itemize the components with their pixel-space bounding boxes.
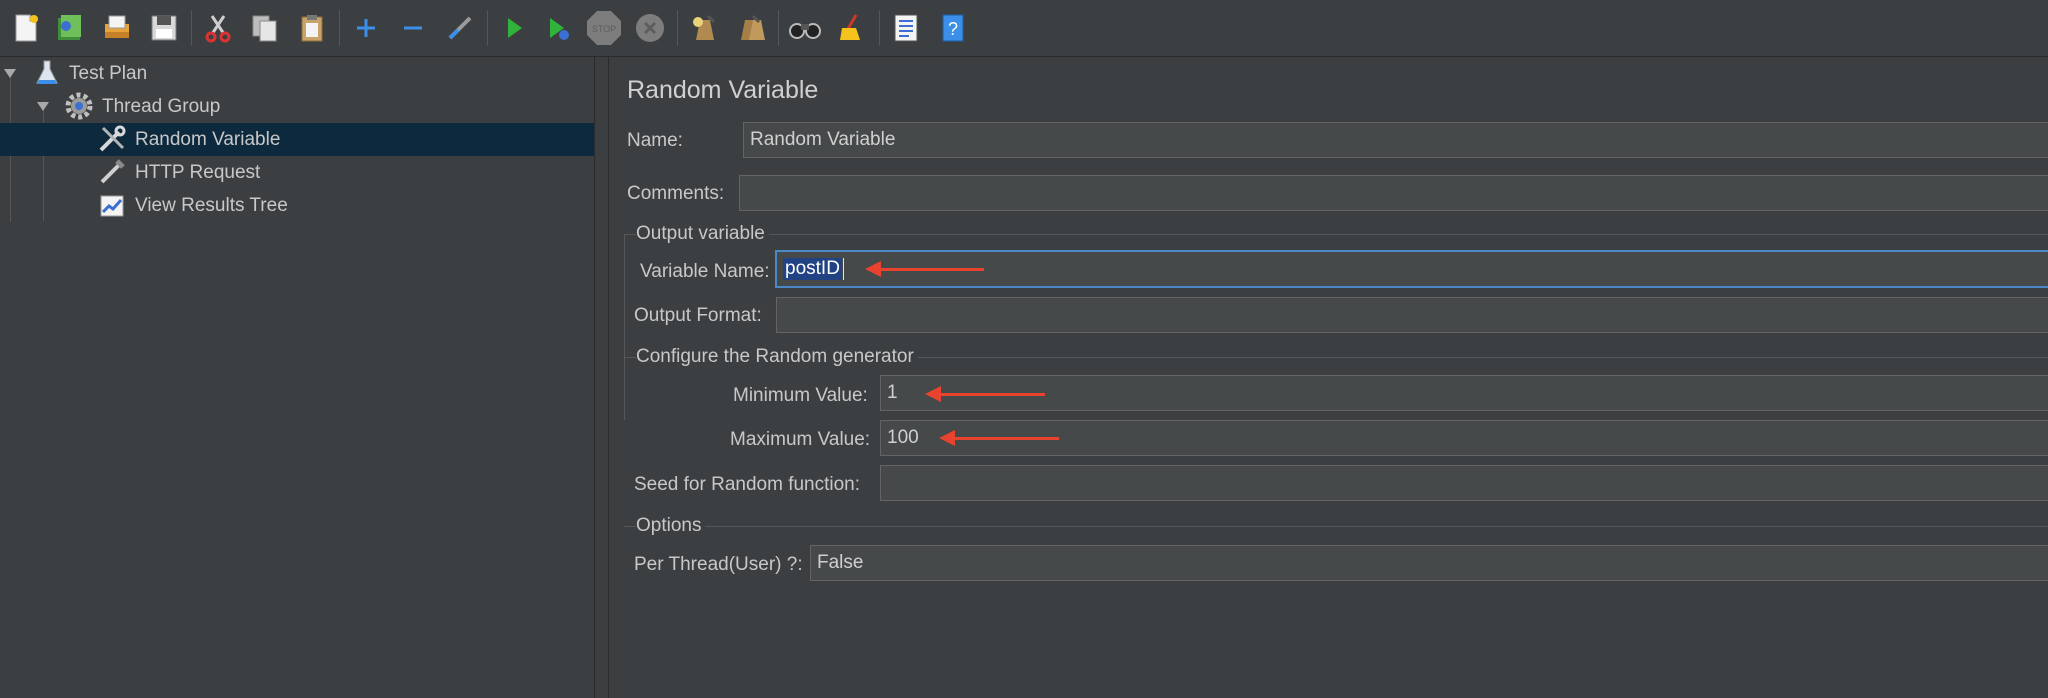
tree-item-label: Test Plan: [69, 62, 148, 84]
tree-item-http-request[interactable]: HTTP Request: [0, 156, 594, 189]
minimum-value-value: 1: [887, 382, 898, 403]
tree-item-label: HTTP Request: [135, 161, 261, 183]
wrench-icon: [97, 124, 127, 154]
stop-icon[interactable]: STOP: [584, 8, 624, 48]
minimum-value-label: Minimum Value:: [733, 385, 868, 406]
text-caret: [842, 258, 844, 280]
open-icon[interactable]: [97, 8, 137, 48]
search-icon[interactable]: [785, 8, 825, 48]
random-variable-panel: Random Variable Name: Random Variable Co…: [609, 57, 2048, 698]
options-section-title: Options: [636, 515, 706, 537]
chart-icon: [97, 190, 127, 220]
maximum-value-value: 100: [887, 427, 919, 448]
paste-icon[interactable]: [292, 8, 332, 48]
function-helper-icon[interactable]: [886, 8, 926, 48]
start-icon[interactable]: [494, 8, 534, 48]
pipette-icon: [97, 157, 127, 187]
seed-label: Seed for Random function:: [634, 474, 861, 495]
tree-item-label: View Results Tree: [135, 194, 288, 216]
splitter[interactable]: [594, 57, 595, 698]
name-field-value: Random Variable: [750, 129, 896, 150]
expand-icon[interactable]: [346, 8, 386, 48]
tree-item-label: Random Variable: [135, 128, 281, 150]
gear-icon: [64, 91, 94, 121]
new-icon[interactable]: [6, 8, 46, 48]
save-icon[interactable]: [144, 8, 184, 48]
tree-item-random-variable[interactable]: Random Variable: [0, 123, 594, 156]
per-thread-label: Per Thread(User) ?:: [634, 554, 803, 575]
start-no-pauses-icon[interactable]: [538, 8, 578, 48]
svg-text:STOP: STOP: [592, 24, 616, 34]
output-format-label: Output Format:: [634, 305, 762, 326]
tree-item-test-plan[interactable]: Test Plan: [0, 57, 594, 90]
flask-icon: [32, 58, 62, 88]
tree-item-view-results-tree[interactable]: View Results Tree: [0, 189, 594, 222]
toolbar: STOP ?: [0, 0, 2048, 57]
annotation-arrow: [865, 261, 984, 277]
name-label: Name:: [627, 130, 683, 151]
clear-icon[interactable]: [684, 8, 724, 48]
per-thread-select[interactable]: False: [810, 545, 2048, 581]
test-plan-tree: Test Plan Thread Group Random Variable H…: [0, 57, 594, 698]
random-generator-section-title: Configure the Random generator: [636, 346, 918, 368]
templates-icon[interactable]: [50, 8, 90, 48]
svg-text:?: ?: [948, 19, 958, 39]
help-icon[interactable]: ?: [933, 8, 973, 48]
maximum-value-label: Maximum Value:: [730, 429, 871, 450]
annotation-arrow: [939, 430, 1059, 446]
output-format-field[interactable]: [776, 297, 2048, 333]
tree-item-label: Thread Group: [102, 95, 221, 117]
name-field[interactable]: Random Variable: [743, 122, 2048, 158]
collapse-icon[interactable]: [393, 8, 433, 48]
expand-toggle-icon[interactable]: [4, 69, 16, 78]
minimum-value-field[interactable]: 1: [880, 375, 2048, 411]
clear-all-icon[interactable]: [731, 8, 771, 48]
variable-name-label: Variable Name:: [640, 261, 770, 282]
expand-toggle-icon[interactable]: [37, 102, 49, 111]
cut-icon[interactable]: [198, 8, 238, 48]
annotation-arrow: [925, 386, 1045, 402]
per-thread-value: False: [817, 552, 864, 573]
reset-search-icon[interactable]: [832, 8, 872, 48]
shutdown-icon[interactable]: [630, 8, 670, 48]
comments-label: Comments:: [627, 183, 725, 204]
comments-field[interactable]: [739, 175, 2048, 211]
variable-name-value: postID: [783, 258, 842, 280]
toggle-icon[interactable]: [440, 8, 480, 48]
page-title: Random Variable: [627, 76, 819, 104]
copy-icon[interactable]: [245, 8, 285, 48]
tree-item-thread-group[interactable]: Thread Group: [0, 90, 594, 123]
output-variable-section-title: Output variable: [636, 223, 769, 245]
seed-field[interactable]: [880, 465, 2048, 501]
